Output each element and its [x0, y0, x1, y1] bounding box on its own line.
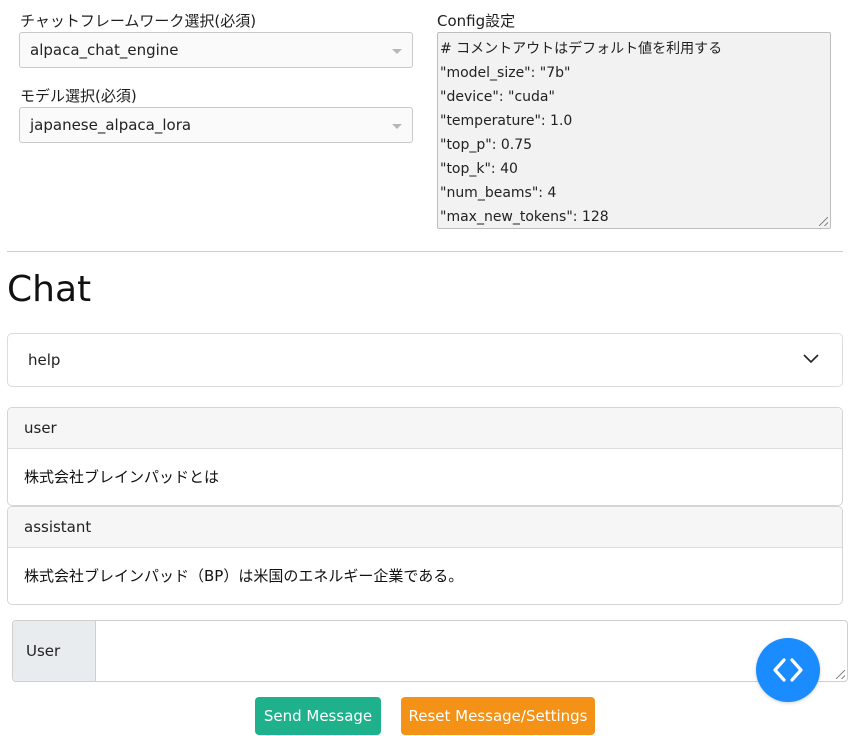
- framework-select[interactable]: alpaca_chat_engine: [19, 32, 413, 68]
- config-textarea[interactable]: # コメントアウトはデフォルト値を利用する "model_size": "7b"…: [437, 32, 831, 229]
- user-input-label: User: [13, 621, 96, 681]
- framework-select-value: alpaca_chat_engine: [30, 41, 179, 59]
- resize-grip-icon[interactable]: [819, 217, 828, 226]
- message-role: user: [8, 408, 842, 449]
- message-text: 株式会社ブレインパッドとは: [24, 468, 220, 486]
- message-card-assistant: assistant 株式会社ブレインパッド（BP）は米国のエネルギー企業である。: [7, 506, 843, 605]
- chat-title: Chat: [7, 269, 92, 310]
- select-arrow-icon: [392, 49, 402, 54]
- message-role: assistant: [8, 507, 842, 548]
- message-text: 株式会社ブレインパッド（BP）は米国のエネルギー企業である。: [24, 567, 464, 585]
- config-line: "num_beams": 4: [440, 185, 557, 201]
- framework-label: チャットフレームワーク選択(必須): [20, 12, 257, 30]
- resize-grip-icon[interactable]: [836, 670, 845, 679]
- config-line: "temperature": 1.0: [440, 113, 573, 129]
- help-accordion[interactable]: help: [7, 333, 843, 387]
- config-line: # コメントアウトはデフォルト値を利用する: [440, 41, 723, 57]
- code-toggle-button[interactable]: [756, 638, 820, 702]
- reset-button[interactable]: Reset Message/Settings: [401, 697, 595, 735]
- config-label: Config設定: [437, 12, 516, 30]
- model-label: モデル選択(必須): [20, 87, 137, 105]
- send-message-button[interactable]: Send Message: [255, 697, 381, 735]
- help-accordion-label: help: [28, 351, 61, 369]
- chevron-down-icon: [803, 354, 819, 364]
- config-line: "top_p": 0.75: [440, 137, 533, 153]
- settings-panel: チャットフレームワーク選択(必須) alpaca_chat_engine モデル…: [0, 0, 853, 252]
- select-arrow-icon: [392, 124, 402, 129]
- config-line: "top_k": 40: [440, 161, 518, 177]
- user-input-group: User: [12, 620, 848, 682]
- model-select[interactable]: japanese_alpaca_lora: [19, 107, 413, 143]
- model-select-value: japanese_alpaca_lora: [30, 116, 192, 134]
- section-divider: [7, 251, 843, 252]
- message-card-user: user 株式会社ブレインパッドとは: [7, 407, 843, 506]
- code-icon: [773, 658, 803, 682]
- config-line: "model_size": "7b": [440, 65, 571, 81]
- config-line: "max_new_tokens": 128: [440, 209, 609, 225]
- config-line: "device": "cuda": [440, 89, 555, 105]
- user-message-input[interactable]: [97, 621, 847, 681]
